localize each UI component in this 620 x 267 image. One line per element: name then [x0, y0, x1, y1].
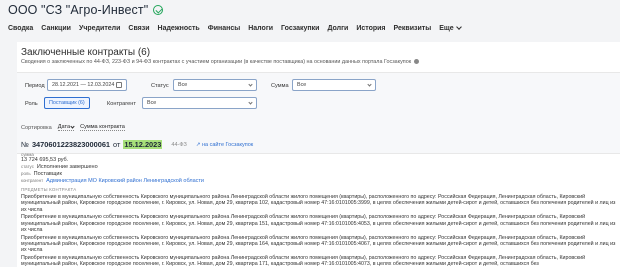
role-label: Роль: [25, 101, 38, 107]
contract-number[interactable]: 3470601223823000061: [32, 140, 110, 149]
subjects-title: ПРЕДМЕТЫ КОНТРАКТА: [21, 187, 77, 192]
sum-label: Сумма: [271, 83, 289, 89]
chevron-down-icon: [367, 81, 372, 87]
contract-number-prefix: №: [21, 140, 29, 149]
nav-item-requisites[interactable]: Реквизиты: [386, 25, 432, 32]
nav-item-history[interactable]: История: [348, 25, 385, 32]
role-chip-value: Поставщик (6): [49, 100, 85, 106]
nav-item-reliability[interactable]: Надежность: [150, 25, 200, 32]
period-value: 28.12.2021 — 12.03.2024: [52, 82, 115, 88]
subject-item: Приобретение в муниципальную собственнос…: [21, 234, 616, 254]
chevron-down-icon: [455, 24, 462, 30]
contract-sum-value-row: 13 724 695,53 руб.: [21, 157, 617, 163]
procurement-site-link[interactable]: ↗ на сайте Госзакупок: [196, 142, 253, 148]
chevron-down-icon: [248, 99, 253, 105]
contract-date: 15.12.2023: [123, 140, 163, 149]
counterparty-select[interactable]: Все: [142, 97, 257, 109]
role-chip[interactable]: Поставщик (6): [44, 97, 90, 109]
nav-item-taxes[interactable]: Налоги: [240, 25, 273, 32]
contract-card: № 3470601223823000061 от 15.12.2023 44-Ф…: [21, 140, 617, 267]
sort-by-date-label: Дата: [57, 124, 71, 130]
main-nav: Сводка Санкции Учредители Связи Надежнос…: [0, 20, 620, 36]
contract-customer-key: контрагент: [21, 178, 44, 183]
contract-sum-value: 13 724 695,53 руб.: [21, 157, 69, 163]
contract-role-row: роль Поставщик: [21, 171, 617, 177]
nav-item-sanctions[interactable]: Санкции: [33, 25, 71, 32]
nav-item-procurement[interactable]: Госзакупки: [273, 25, 319, 32]
contract-law: 44-ФЗ: [171, 141, 187, 148]
counterparty-label: Контрагент: [107, 101, 136, 107]
status-select[interactable]: Все: [173, 79, 257, 91]
procurement-site-link-label: на сайте Госзакупок: [201, 141, 254, 148]
nav-item-finance[interactable]: Финансы: [200, 25, 241, 32]
contract-customer-row: контрагент Администрация МО Кировский ра…: [21, 178, 617, 184]
contracts-panel: Заключенные контракты (6) Сводения о зак…: [17, 42, 620, 267]
info-icon[interactable]: [413, 59, 419, 65]
section-subtitle: Сводения о заключенных по 44-ФЗ, 223-ФЗ …: [21, 59, 419, 65]
section-title: Заключенные контракты (6): [21, 47, 151, 58]
status-value: Все: [178, 82, 188, 88]
sort-by-date[interactable]: Дата: [57, 124, 75, 131]
subject-item: Приобретение в муниципальную собственнос…: [21, 194, 616, 213]
subject-item: Приобретение в муниципальную собственнос…: [21, 214, 616, 233]
contract-role-value: Поставщик: [33, 171, 62, 177]
contract-status-value: Исполнение завершено: [36, 164, 98, 170]
nav-more-label: Еще: [439, 24, 454, 32]
sum-select[interactable]: Все: [292, 79, 376, 91]
contract-customer-link[interactable]: Администрация МО Кировский район Ленингр…: [46, 178, 204, 184]
contract-header: № 3470601223823000061 от 15.12.2023 44-Ф…: [21, 140, 617, 149]
status-label: Статус: [151, 83, 169, 89]
nav-item-more[interactable]: Еще: [431, 24, 462, 32]
chevron-down-icon: [70, 124, 75, 129]
company-name: ООО "СЗ "Агро-Инвест": [8, 3, 149, 17]
nav-item-summary[interactable]: Сводка: [0, 25, 33, 32]
chevron-down-icon: [248, 81, 253, 87]
sum-value: Все: [297, 82, 307, 88]
nav-item-debts[interactable]: Долги: [319, 25, 348, 32]
verified-check-icon: [153, 5, 164, 15]
period-input[interactable]: 28.12.2021 — 12.03.2024: [47, 79, 127, 91]
period-label: Период: [25, 83, 45, 89]
subjects-list: Приобретение в муниципальную собственнос…: [21, 194, 617, 267]
sort-by-sum[interactable]: Сумма контракта: [80, 124, 125, 131]
sort-label: Сортировка: [21, 124, 52, 131]
contract-role-key: роль: [21, 171, 31, 176]
company-title-bar: ООО "СЗ "Агро-Инвест": [8, 3, 164, 17]
nav-item-links[interactable]: Связи: [120, 25, 149, 32]
contract-from: от: [113, 140, 121, 149]
counterparty-value: Все: [147, 100, 157, 106]
calendar-icon[interactable]: [116, 82, 122, 88]
sort-bar: Сортировка Дата Сумма контракта: [21, 124, 125, 131]
contract-status-row: статус Исполнение завершено: [21, 164, 617, 170]
subject-item: Приобретение в муниципальную собственнос…: [21, 255, 586, 267]
section-subtitle-text: Сводения о заключенных по 44-ФЗ, 223-ФЗ …: [21, 59, 412, 65]
nav-item-founders[interactable]: Учредители: [71, 25, 120, 32]
contract-status-key: статус: [21, 164, 34, 169]
